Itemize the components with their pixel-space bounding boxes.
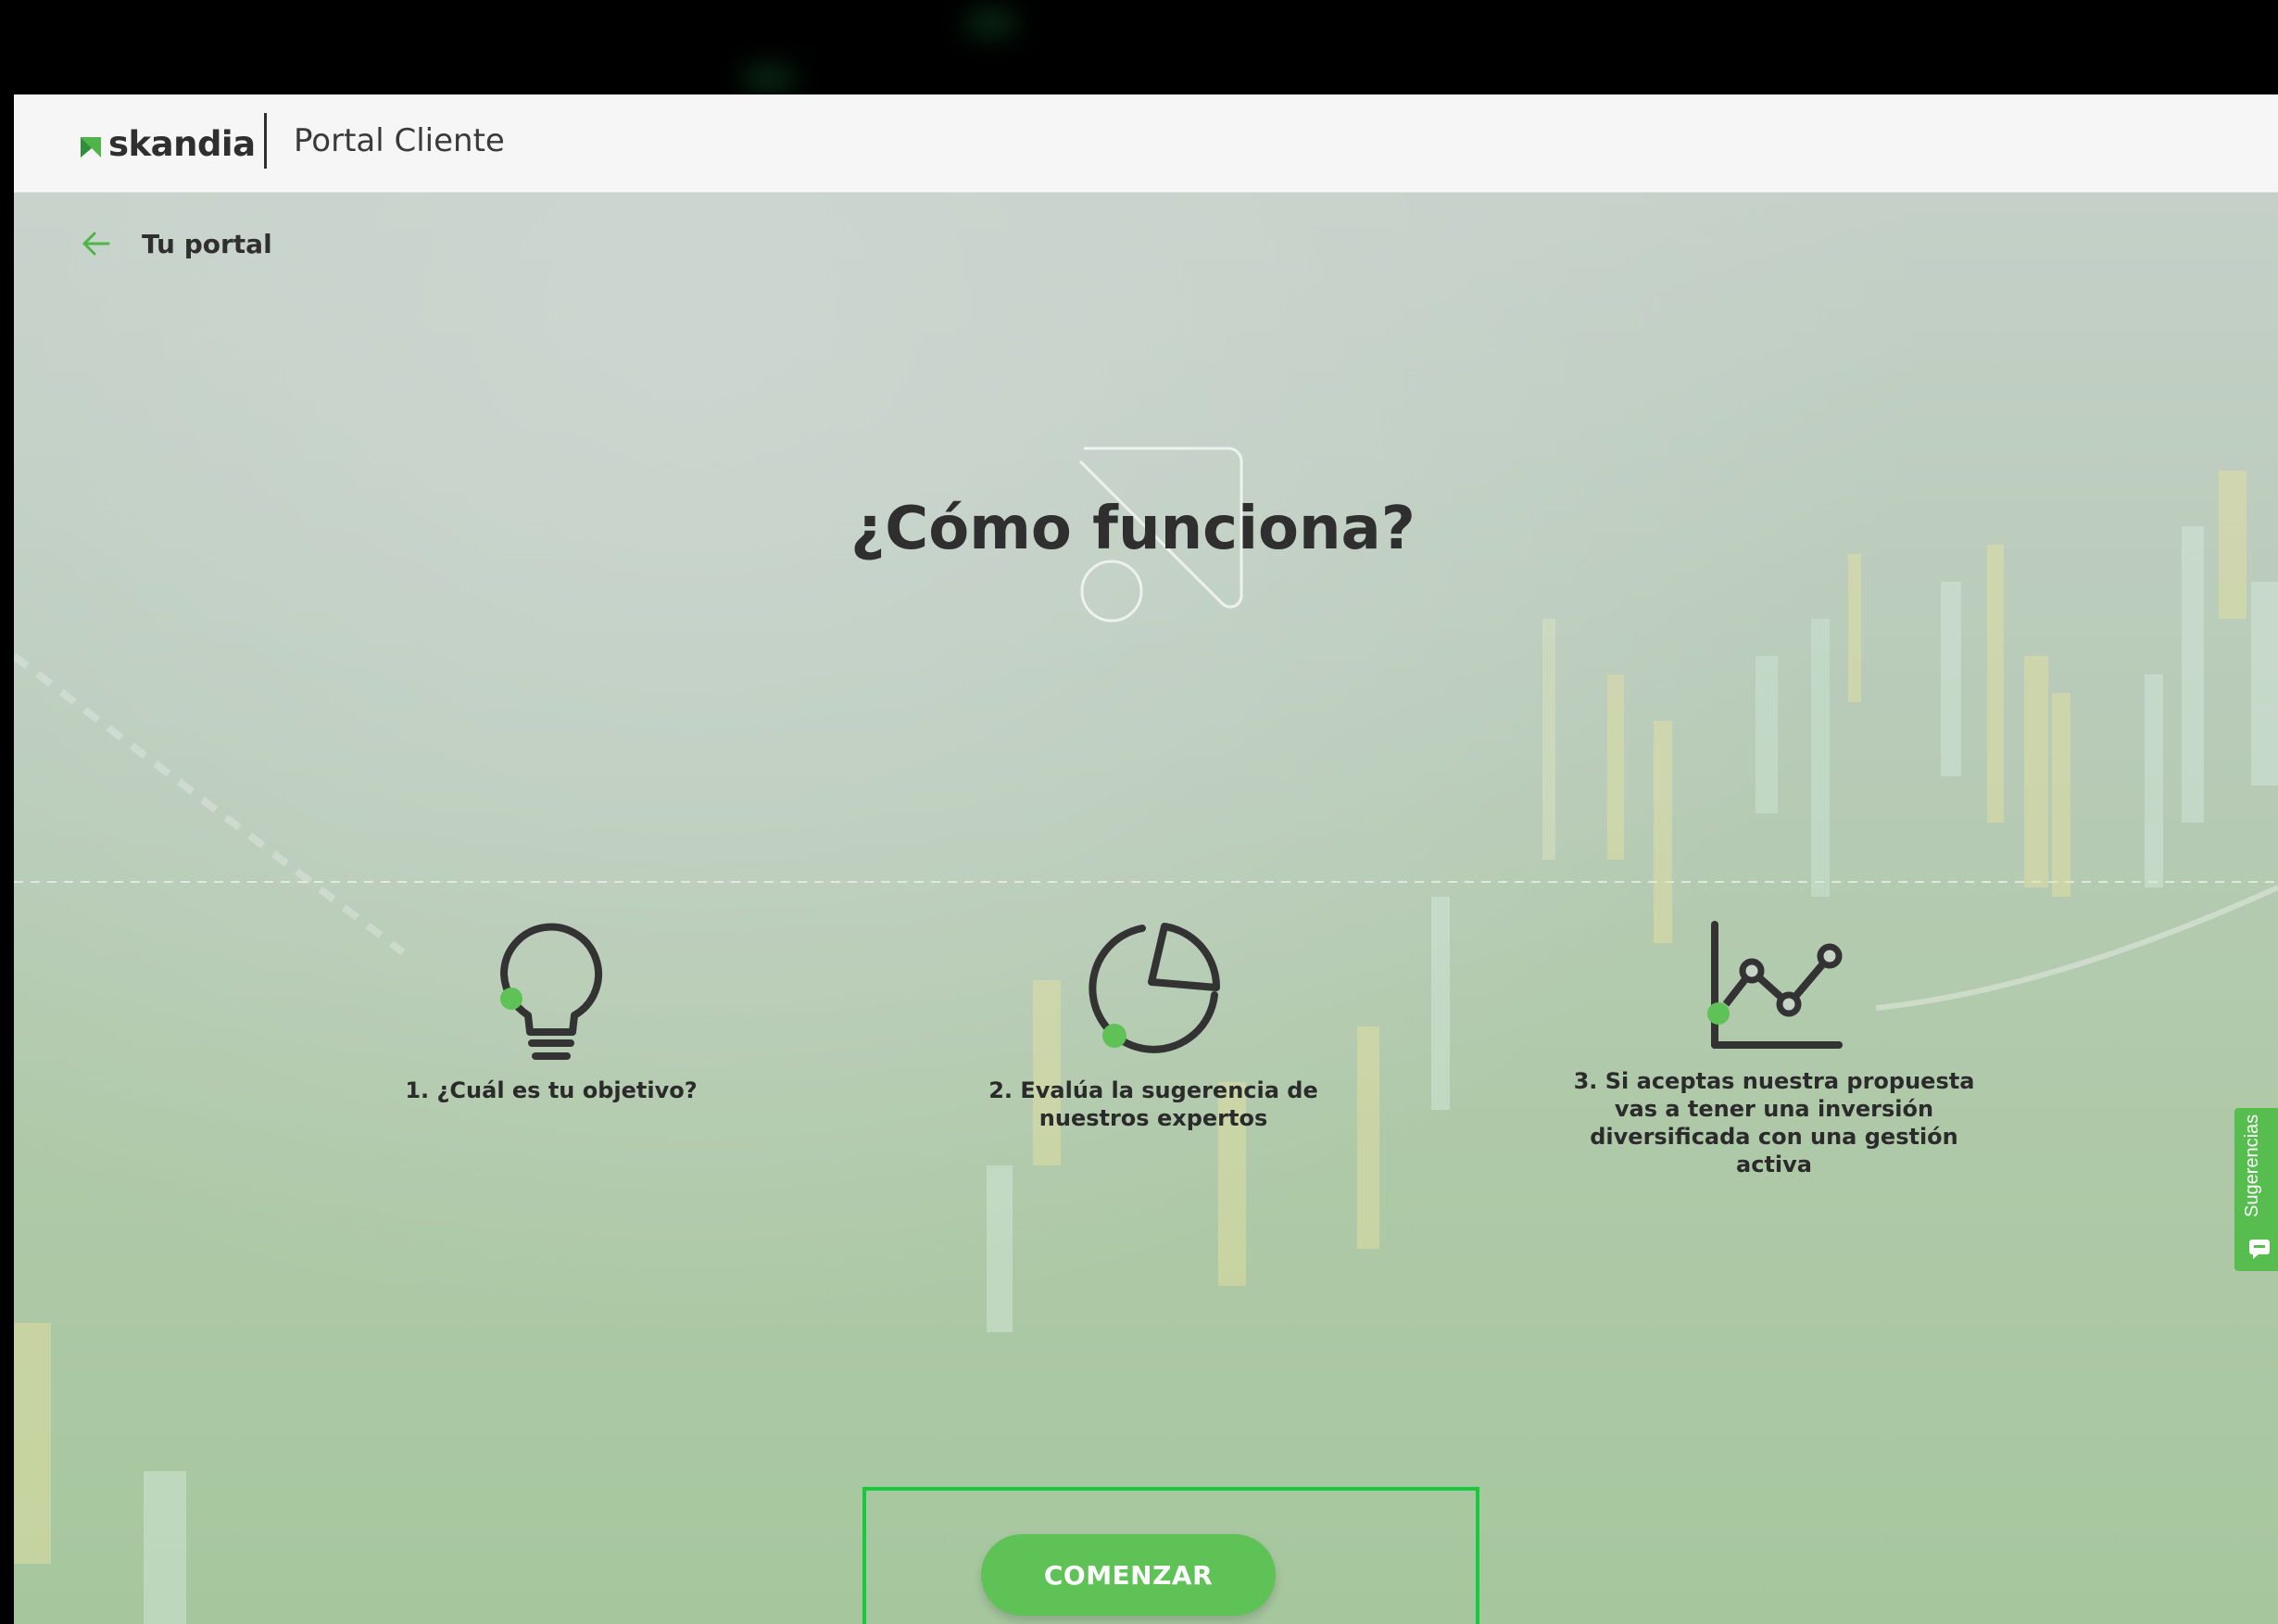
step-objective: 1. ¿Cuál es tu objetivo? — [384, 915, 718, 1104]
header: skandia Portal Cliente — [14, 94, 2278, 193]
step-evaluate: 2. Evalúa la sugerencia de nuestros expe… — [977, 915, 1329, 1132]
header-divider — [264, 113, 267, 169]
portal-title: Portal Cliente — [294, 122, 505, 159]
page-title: ¿Cómo funciona? — [850, 495, 1416, 563]
step-3-label: 3. Si aceptas nuestra propuesta vas a te… — [1573, 1068, 1975, 1177]
step-1-label: 1. ¿Cuál es tu objetivo? — [405, 1077, 698, 1103]
feedback-label: Sugerencias — [2242, 1114, 2262, 1217]
main-content: Tu portal ¿Cómo funciona? 1. ¿Cuál es tu… — [14, 193, 2278, 1624]
brand-name: skandia — [108, 124, 256, 164]
back-to-portal-link[interactable]: Tu portal — [81, 228, 272, 259]
arrow-left-icon — [82, 232, 110, 256]
window-top-strip — [0, 0, 2278, 94]
skandia-logo-mark-icon — [81, 136, 101, 157]
lightbulb-icon — [499, 923, 602, 1060]
step-2-label: 2. Evalúa la sugerencia de nuestros expe… — [988, 1077, 1318, 1131]
pie-chart-icon — [1089, 923, 1221, 1053]
skandia-logo[interactable]: skandia — [79, 124, 256, 164]
app-frame: skandia Portal Cliente Tu portal ¿Cómo f… — [14, 94, 2278, 1624]
step-invest: 3. Si aceptas nuestra propuesta vas a te… — [1570, 915, 1978, 1178]
back-link-label: Tu portal — [142, 228, 272, 259]
start-button[interactable]: COMENZAR — [981, 1534, 1276, 1616]
feedback-tab[interactable]: Sugerencias — [2234, 1108, 2278, 1271]
chat-icon — [2249, 1240, 2270, 1259]
line-chart-icon — [1707, 921, 1843, 1049]
background-candlestick-chart — [14, 471, 2278, 1624]
